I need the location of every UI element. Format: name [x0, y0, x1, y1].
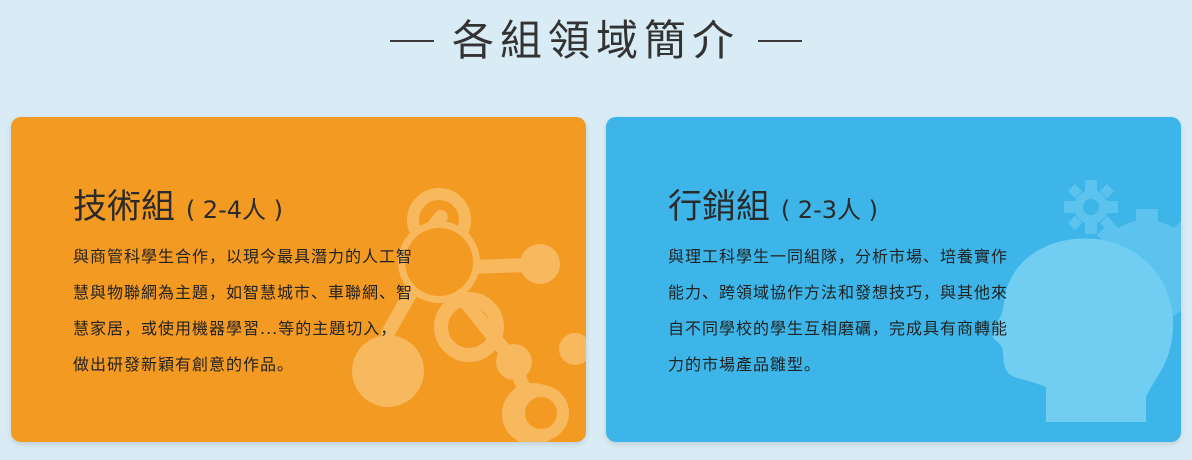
- tech-card-title: 技術組 ( 2-4人 ): [73, 179, 283, 228]
- tech-title-count: ( 2-4人 ): [185, 196, 283, 224]
- marketing-card-title: 行銷組 ( 2-3人 ): [668, 179, 878, 228]
- section-header: 各組領域簡介: [0, 14, 1192, 68]
- marketing-card-description: 與理工科學生一同組隊，分析市場、培養實作能力、跨領域協作方法和發想技巧，與其他來…: [668, 247, 1009, 374]
- tech-card-description: 與商管科學生合作，以現今最具潛力的人工智慧與物聯網為主題，如智慧城市、車聯網、智…: [73, 247, 414, 374]
- title-left-rule: [389, 40, 434, 42]
- tech-title-text: 技術組: [73, 187, 175, 227]
- marketing-group-card: 行銷組 ( 2-3人 ) 與理工科學生一同組隊，分析市場、培養實作能力、跨領域協…: [606, 117, 1181, 442]
- title-right-rule: [758, 40, 802, 42]
- marketing-title-count: ( 2-3人 ): [780, 196, 878, 224]
- tech-group-card: 技術組 ( 2-4人 ) 與商管科學生合作，以現今最具潛力的人工智慧與物聯網為主…: [11, 117, 586, 442]
- marketing-title-text: 行銷組: [668, 187, 770, 227]
- section-title: 各組領域簡介: [451, 16, 740, 65]
